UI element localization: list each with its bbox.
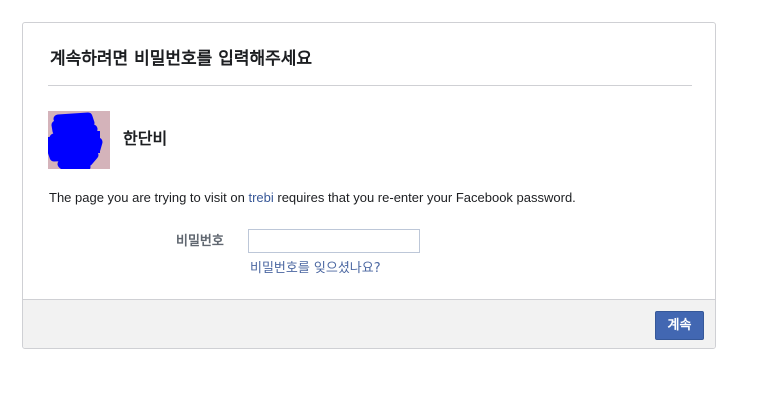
message-text-after: requires that you re-enter your Facebook…: [273, 190, 576, 205]
redaction-scribble: [48, 111, 110, 169]
password-label: 비밀번호: [176, 234, 224, 249]
app-link[interactable]: trebi: [248, 190, 273, 205]
forgot-password-link[interactable]: 비밀번호를 잊으셨나요?: [250, 260, 381, 278]
message-text-before: The page you are trying to visit on: [49, 190, 249, 205]
password-input[interactable]: [248, 229, 420, 253]
avatar: [48, 111, 110, 169]
dialog-header: 계속하려면 비밀번호를 입력해주세요: [48, 23, 692, 86]
password-dialog: 계속하려면 비밀번호를 입력해주세요 한단비 The page you are …: [22, 22, 716, 349]
dialog-title: 계속하려면 비밀번호를 입력해주세요: [50, 49, 313, 69]
profile-name: 한단비: [123, 129, 168, 148]
profile-section: 한단비: [33, 111, 433, 171]
reauth-message: The page you are trying to visit on treb…: [49, 189, 576, 207]
continue-button[interactable]: 계속: [655, 311, 704, 340]
dialog-footer: 계속: [23, 299, 715, 348]
